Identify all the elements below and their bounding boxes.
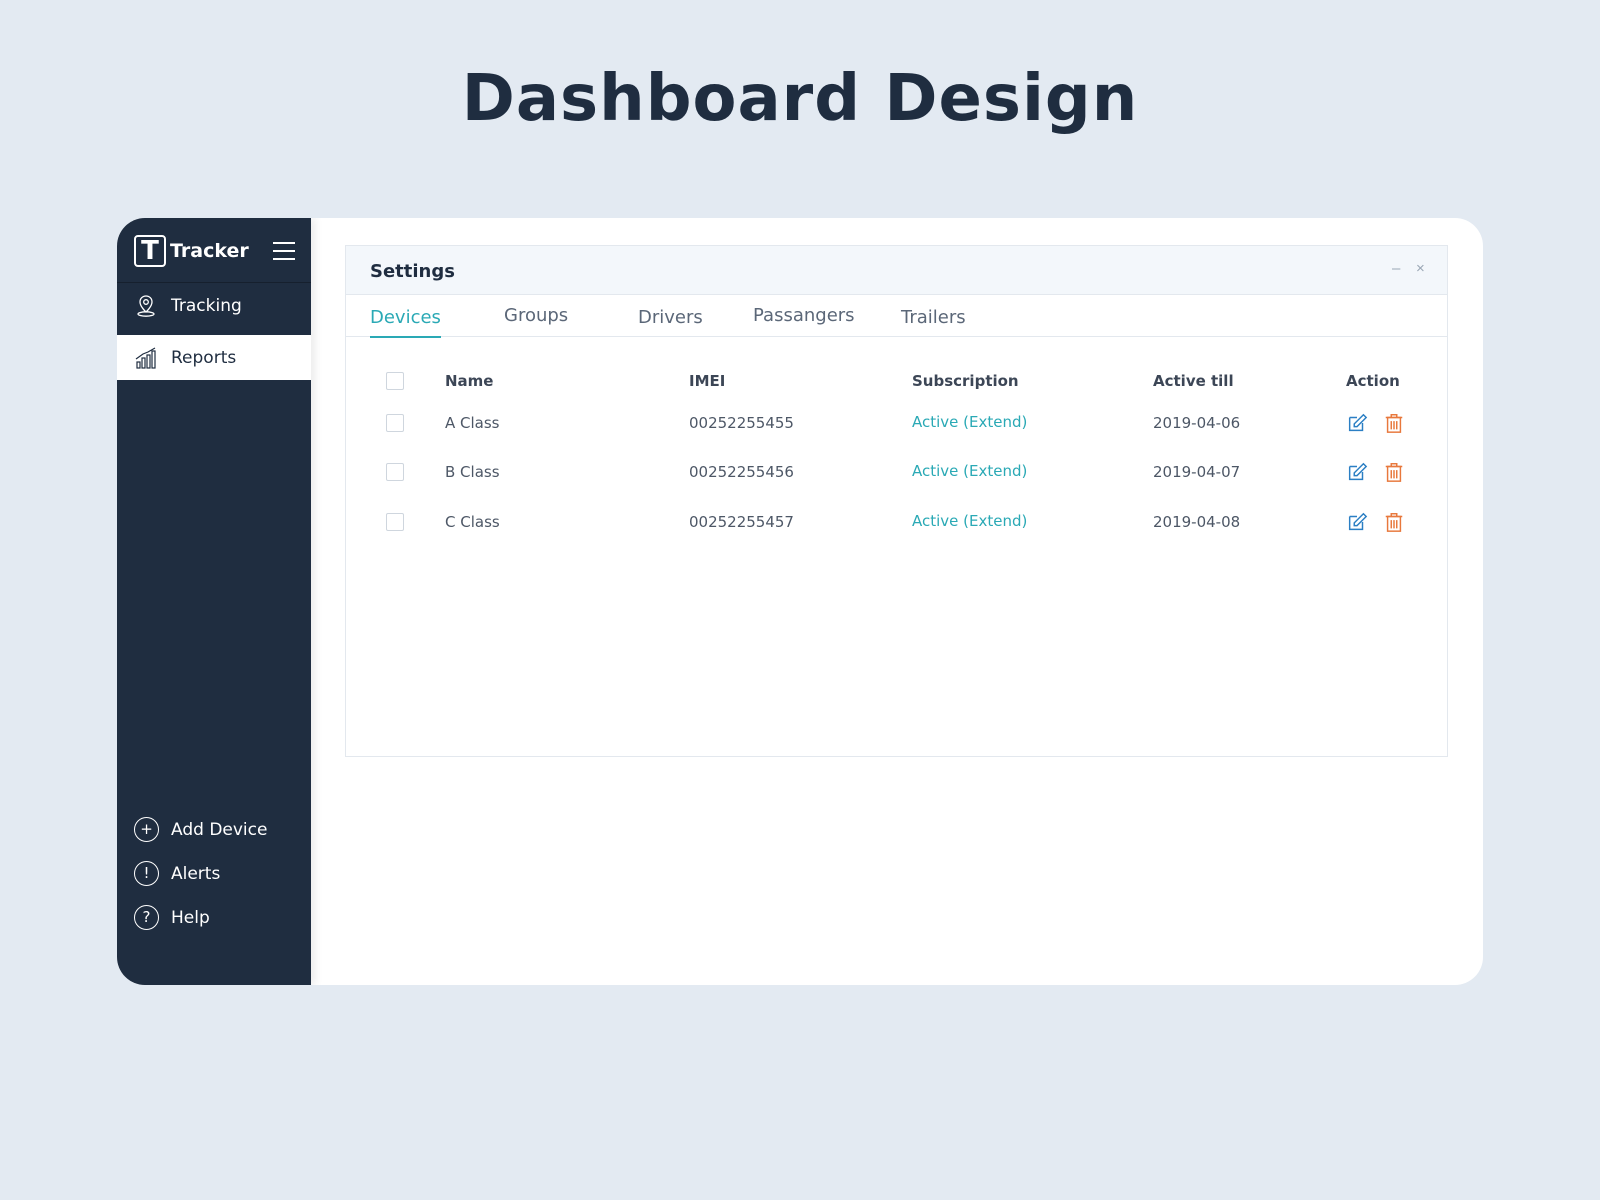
tab-bar: Devices Groups Drivers Passangers Traile… [346, 295, 1447, 338]
select-all-checkbox[interactable] [386, 372, 404, 390]
row-checkbox[interactable] [386, 463, 404, 481]
help-circle-icon: ? [134, 905, 159, 930]
panel-header: Settings – × [346, 246, 1447, 295]
panel-title: Settings [370, 261, 455, 282]
table-row: A Class 00252255455 Active (Extend) 2019… [346, 404, 1447, 444]
sidebar-item-label: Tracking [171, 296, 242, 316]
sidebar-item-label: Reports [171, 348, 237, 368]
edit-icon[interactable] [1346, 510, 1368, 534]
row-name: B Class [445, 463, 500, 481]
table-row: B Class 00252255456 Active (Extend) 2019… [346, 453, 1447, 493]
subscription-link[interactable]: Active (Extend) [912, 462, 1027, 480]
trash-icon[interactable] [1383, 460, 1405, 484]
edit-icon[interactable] [1346, 411, 1368, 435]
sidebar-item-tracking[interactable]: Tracking [117, 283, 311, 328]
alerts-label: Alerts [171, 864, 221, 884]
sidebar: T Tracker Tracking Reports + Add Device … [117, 218, 311, 985]
row-imei: 00252255456 [689, 463, 794, 481]
subscription-link[interactable]: Active (Extend) [912, 413, 1027, 431]
plus-circle-icon: + [134, 817, 159, 842]
add-device-button[interactable]: + Add Device [117, 812, 311, 848]
add-device-label: Add Device [171, 820, 268, 840]
subscription-link[interactable]: Active (Extend) [912, 512, 1027, 530]
hamburger-menu-icon[interactable] [273, 240, 295, 260]
minimize-icon[interactable]: – [1392, 260, 1400, 277]
tab-passangers[interactable]: Passangers [753, 305, 855, 334]
alert-circle-icon: ! [134, 861, 159, 886]
brand-name: Tracker [170, 240, 249, 262]
column-header-active-till: Active till [1153, 372, 1234, 390]
trash-icon[interactable] [1383, 411, 1405, 435]
help-button[interactable]: ? Help [117, 900, 311, 936]
table-row: C Class 00252255457 Active (Extend) 2019… [346, 503, 1447, 543]
tab-drivers[interactable]: Drivers [638, 307, 703, 336]
page-title: Dashboard Design [461, 62, 1139, 136]
tab-trailers[interactable]: Trailers [901, 307, 966, 336]
brand: T Tracker [117, 218, 311, 283]
tab-devices[interactable]: Devices [370, 307, 441, 338]
brand-logo: T [134, 235, 166, 267]
row-imei: 00252255457 [689, 513, 794, 531]
column-header-action: Action [1346, 372, 1400, 390]
column-header-imei: IMEI [689, 372, 726, 390]
alerts-button[interactable]: ! Alerts [117, 856, 311, 892]
location-pin-icon [137, 295, 155, 317]
bar-chart-icon [135, 347, 156, 369]
row-active-till: 2019-04-08 [1153, 513, 1241, 531]
help-label: Help [171, 908, 210, 928]
trash-icon[interactable] [1383, 510, 1405, 534]
row-imei: 00252255455 [689, 414, 794, 432]
edit-icon[interactable] [1346, 460, 1368, 484]
close-icon[interactable]: × [1416, 260, 1425, 277]
row-checkbox[interactable] [386, 414, 404, 432]
settings-panel: Settings – × Devices Groups Drivers Pass… [345, 245, 1448, 757]
row-name: A Class [445, 414, 500, 432]
sidebar-item-reports[interactable]: Reports [117, 335, 311, 380]
row-name: C Class [445, 513, 500, 531]
row-checkbox[interactable] [386, 513, 404, 531]
row-active-till: 2019-04-06 [1153, 414, 1241, 432]
column-header-subscription: Subscription [912, 372, 1019, 390]
column-header-name: Name [445, 372, 494, 390]
row-active-till: 2019-04-07 [1153, 463, 1241, 481]
tab-groups[interactable]: Groups [504, 305, 568, 334]
app-window: T Tracker Tracking Reports + Add Device … [117, 218, 1483, 985]
